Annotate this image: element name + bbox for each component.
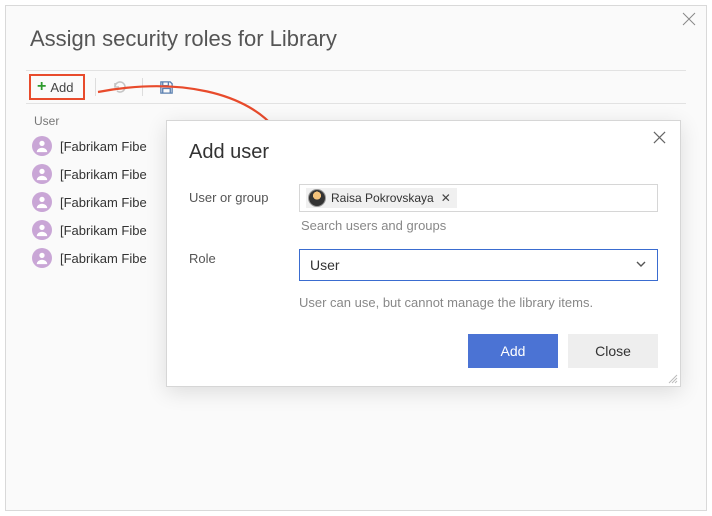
role-value: User (310, 257, 340, 273)
security-roles-panel: Assign security roles for Library + Add … (5, 5, 707, 511)
add-user-dialog: Add user User or group Raisa Pokrovskaya… (166, 120, 681, 387)
role-description: User can use, but cannot manage the libr… (299, 295, 658, 310)
role-select[interactable]: User (299, 249, 658, 281)
user-name: [Fabrikam Fibe (60, 251, 147, 266)
avatar (32, 248, 52, 268)
user-name: [Fabrikam Fibe (60, 139, 147, 154)
avatar (32, 164, 52, 184)
resize-grip-icon[interactable] (666, 372, 678, 384)
close-icon[interactable] (682, 12, 696, 31)
user-or-group-label: User or group (189, 184, 299, 205)
close-icon[interactable] (653, 131, 666, 149)
add-button[interactable]: + Add (29, 74, 85, 100)
divider (95, 78, 96, 96)
user-picker-input[interactable]: Raisa Pokrovskaya ✕ (299, 184, 658, 212)
avatar (32, 192, 52, 212)
add-confirm-button[interactable]: Add (468, 334, 558, 368)
undo-icon (106, 74, 132, 100)
remove-chip-icon[interactable]: ✕ (439, 191, 451, 205)
toolbar: + Add (26, 70, 686, 104)
divider (142, 78, 143, 96)
avatar (308, 189, 326, 207)
user-chip: Raisa Pokrovskaya ✕ (306, 188, 457, 208)
page-title: Assign security roles for Library (30, 26, 686, 52)
search-placeholder[interactable]: Search users and groups (299, 212, 658, 235)
user-name: [Fabrikam Fibe (60, 195, 147, 210)
add-button-label: Add (50, 80, 73, 95)
save-icon[interactable] (153, 74, 179, 100)
dialog-title: Add user (189, 141, 658, 164)
chip-text: Raisa Pokrovskaya (331, 191, 434, 205)
plus-icon: + (37, 79, 46, 95)
close-button[interactable]: Close (568, 334, 658, 368)
chevron-down-icon (635, 257, 647, 273)
role-label: Role (189, 245, 299, 266)
avatar (32, 220, 52, 240)
user-name: [Fabrikam Fibe (60, 167, 147, 182)
avatar (32, 136, 52, 156)
user-name: [Fabrikam Fibe (60, 223, 147, 238)
